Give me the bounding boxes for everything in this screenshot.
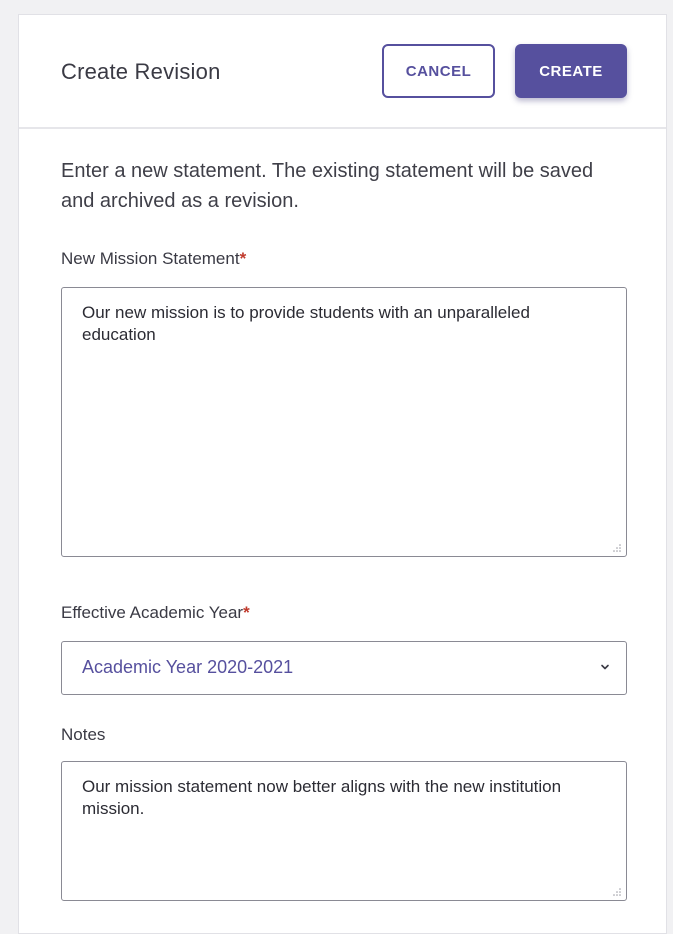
- academic-year-label-text: Effective Academic Year: [61, 603, 244, 622]
- required-marker: *: [239, 249, 247, 268]
- required-marker: *: [243, 603, 250, 622]
- mission-statement-label: New Mission Statement*: [61, 249, 246, 269]
- create-button[interactable]: CREATE: [515, 44, 627, 98]
- mission-statement-label-text: New Mission Statement: [61, 249, 240, 268]
- page-title: Create Revision: [61, 59, 221, 84]
- intro-text: Enter a new statement. The existing stat…: [61, 160, 594, 212]
- resize-handle-icon[interactable]: [612, 543, 622, 553]
- mission-statement-textarea[interactable]: Our new mission is to provide students w…: [61, 287, 627, 557]
- resize-handle-icon[interactable]: [612, 887, 622, 897]
- create-revision-panel: Create Revision CANCEL CREATE Enter a ne…: [18, 14, 667, 934]
- cancel-button[interactable]: CANCEL: [382, 44, 495, 98]
- notes-label: Notes: [61, 725, 106, 744]
- academic-year-selected-value: Academic Year 2020-2021: [82, 657, 294, 677]
- notes-value: Our mission statement now better aligns …: [82, 777, 562, 818]
- mission-statement-value: Our new mission is to provide students w…: [82, 303, 530, 344]
- panel-header: Create Revision CANCEL CREATE: [19, 15, 666, 129]
- academic-year-select[interactable]: Academic Year 2020-2021: [61, 641, 627, 695]
- academic-year-label: Effective Academic Year*: [61, 603, 250, 623]
- notes-textarea[interactable]: Our mission statement now better aligns …: [61, 761, 627, 901]
- chevron-down-icon[interactable]: [600, 662, 610, 672]
